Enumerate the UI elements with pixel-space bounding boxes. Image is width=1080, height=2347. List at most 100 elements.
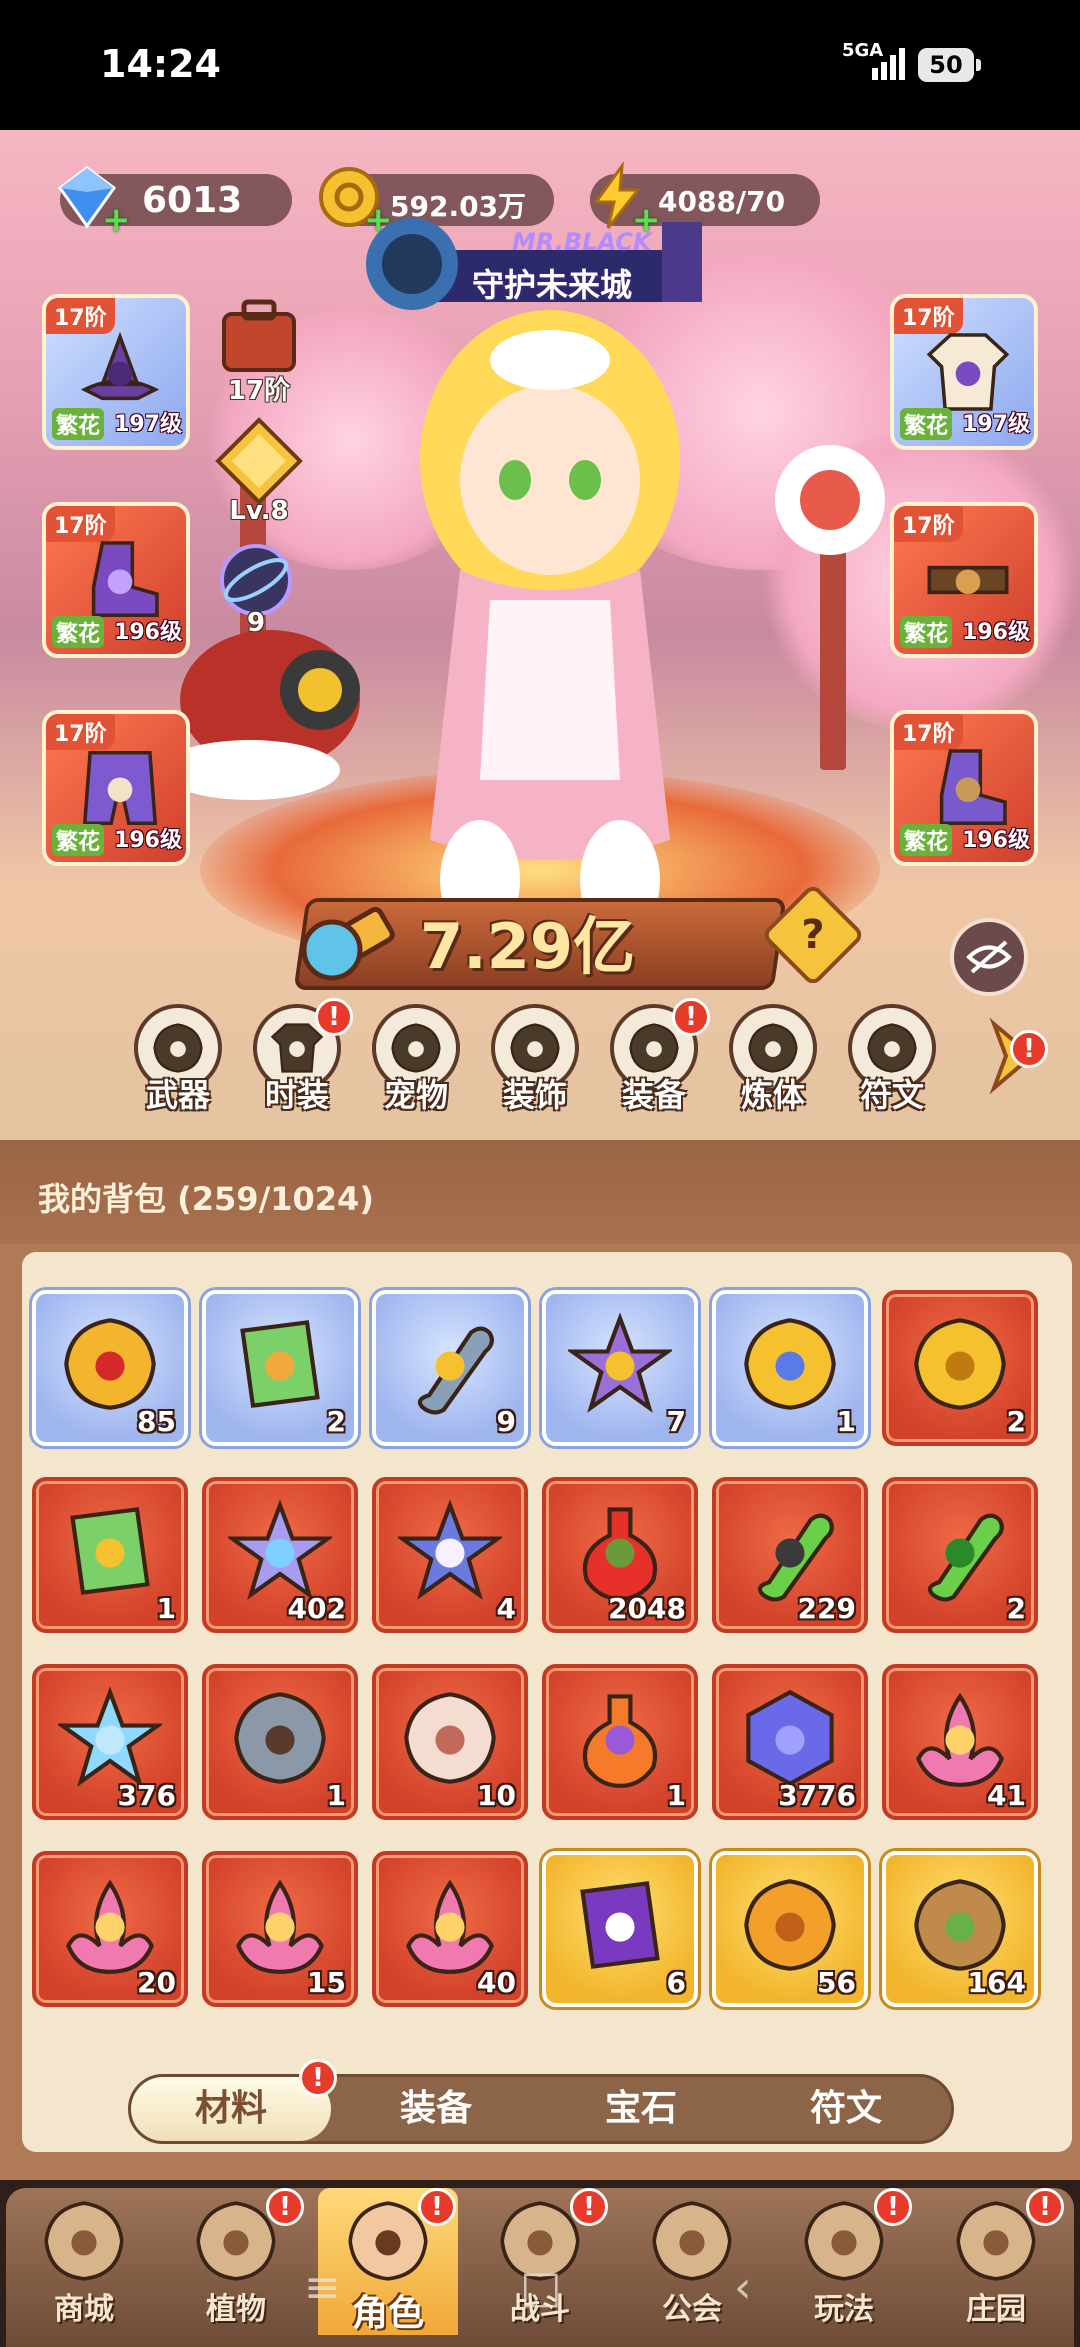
belt-icon (927, 565, 1009, 595)
system-menu-icon[interactable]: ≡ (304, 2262, 341, 2313)
guild-icon (652, 2201, 732, 2281)
item-count: 41 (987, 1779, 1026, 1812)
category-alert-badge: ! (315, 998, 353, 1036)
inventory-slot[interactable]: 9 (372, 1290, 528, 1446)
inventory-slot[interactable]: 4 (372, 1477, 528, 1633)
inventory-slot[interactable]: 2 (882, 1290, 1038, 1446)
category-mask[interactable]: 装饰 (485, 1004, 585, 1124)
clock-card-icon (70, 1507, 150, 1595)
equipment-level-label: 196级 (962, 620, 1030, 645)
add-gems-icon[interactable]: + (102, 200, 131, 240)
item-count: 15 (307, 1966, 346, 1999)
orb-count-label: 9 (246, 608, 266, 638)
event-banner[interactable]: MR.BLACK 守护未来城 (362, 212, 718, 316)
equipment-slot-pants[interactable]: 17阶 繁花 196级 (42, 710, 190, 866)
scarab-gem-icon (64, 1318, 156, 1410)
category-gear[interactable]: 装备! (604, 998, 710, 1124)
equipment-level-label: 196级 (962, 828, 1030, 853)
key-icon (301, 906, 395, 981)
inventory-slot[interactable]: 2048 (542, 1477, 698, 1633)
skull-scroll-icon (580, 1881, 660, 1969)
item-count: 6 (666, 1966, 686, 1999)
nav-item-plant[interactable]: 植物! (166, 2188, 306, 2335)
inventory-slot[interactable]: 3776 (712, 1664, 868, 1820)
item-count: 3776 (778, 1779, 856, 1812)
hide-ui-button[interactable] (950, 918, 1028, 996)
tab-3[interactable]: 符文 (746, 2077, 946, 2141)
category-label: 炼体 (740, 1076, 805, 1114)
clock: 14:24 (100, 42, 221, 86)
inventory-slot[interactable]: 41 (882, 1664, 1038, 1820)
astrolabe-icon (744, 1318, 836, 1410)
equipment-slot-gloves[interactable]: 17阶 繁花 196级 (42, 502, 190, 658)
nav-alert-badge: ! (418, 2188, 456, 2226)
inventory-slot[interactable]: 402 (202, 1477, 358, 1633)
nav-item-manor[interactable]: 庄园! (926, 2188, 1066, 2335)
banner-subtitle: MR.BLACK (512, 228, 652, 256)
inventory-slot[interactable]: 229 (712, 1477, 868, 1633)
green-capsule-icon (927, 1513, 1004, 1602)
category-pet[interactable]: 宠物 (366, 1004, 466, 1124)
inventory-slot[interactable]: 85 (32, 1290, 188, 1446)
inventory-slot[interactable]: 164 (882, 1851, 1038, 2007)
equipment-slot-hat[interactable]: 17阶 繁花 197级 (42, 294, 190, 450)
bag-upgrade-icon[interactable] (218, 296, 300, 376)
inventory-slot[interactable]: 15 (202, 1851, 358, 2007)
inventory-slot[interactable]: 20 (32, 1851, 188, 2007)
category-weapon[interactable]: 武器 (128, 1004, 228, 1124)
system-back-icon[interactable]: ‹ (734, 2262, 752, 2313)
item-count: 40 (477, 1966, 516, 1999)
inventory-slot[interactable]: 376 (32, 1664, 188, 1820)
inventory-slot[interactable]: 56 (712, 1851, 868, 2007)
equipment-level-label: 197级 (114, 412, 182, 437)
tab-2[interactable]: 宝石 (541, 2077, 741, 2141)
item-count: 9 (496, 1405, 516, 1438)
potion-icon (582, 1507, 658, 1601)
inventory-slot[interactable]: 1 (202, 1664, 358, 1820)
category-label: 符文 (859, 1076, 924, 1114)
category-rune[interactable]: 符文 (842, 1004, 942, 1124)
item-count: 2 (1006, 1592, 1026, 1625)
inventory-slot[interactable]: 2 (882, 1477, 1038, 1633)
system-home-icon[interactable]: □ (520, 2262, 562, 2313)
item-count: 10 (477, 1779, 516, 1812)
equipment-slot-robe[interactable]: 17阶 繁花 197级 (890, 294, 1038, 450)
inventory-slot[interactable]: 7 (542, 1290, 698, 1446)
gem-amount: 6013 (142, 180, 243, 221)
shop-icon (44, 2201, 124, 2281)
item-count: 164 (967, 1966, 1026, 1999)
category-label: 宠物 (383, 1076, 448, 1114)
inventory-slot[interactable]: 1 (32, 1477, 188, 1633)
battery-icon: 50 (918, 48, 981, 82)
equipment-name-label: 繁花 (900, 616, 953, 648)
nav-item-gameplay[interactable]: 玩法! (774, 2188, 914, 2335)
boots-icon (939, 749, 1007, 825)
backpack-tabs: 材料! 装备 宝石 符文 (128, 2059, 954, 2144)
item-count: 20 (137, 1966, 176, 1999)
item-count: 402 (287, 1592, 346, 1625)
category-body-training[interactable]: 炼体 (723, 1004, 823, 1124)
item-count: 2048 (608, 1592, 686, 1625)
flame-lotus-icon (236, 1879, 324, 1974)
more-alert-badge: ! (1010, 1030, 1048, 1068)
inventory-slot[interactable]: 2 (202, 1290, 358, 1446)
inventory-slot[interactable]: 10 (372, 1664, 528, 1820)
hat-icon (80, 331, 160, 401)
equipment-slot-belt[interactable]: 17阶 繁花 196级 (890, 502, 1038, 658)
hexagram-gem-icon (58, 1686, 162, 1787)
fire-orb-icon (582, 1694, 658, 1788)
knot-icon (404, 1692, 496, 1784)
level-crystal-icon[interactable] (214, 416, 304, 506)
plant-card-icon (240, 1320, 320, 1408)
inventory-slot[interactable]: 6 (542, 1851, 698, 2007)
tab-1[interactable]: 装备 (336, 2077, 536, 2141)
nav-item-shop[interactable]: 商城 (14, 2188, 154, 2335)
inventory-slot[interactable]: 40 (372, 1851, 528, 2007)
inventory-slot[interactable]: 1 (712, 1290, 868, 1446)
gem-counter[interactable]: + 6013 (57, 166, 292, 240)
equipment-slot-boots[interactable]: 17阶 繁花 196级 (890, 710, 1038, 866)
nav-alert-badge: ! (874, 2188, 912, 2226)
backpack-title: 我的背包 (259/1024) (38, 1180, 374, 1218)
category-outfit[interactable]: 时装! (247, 998, 353, 1124)
inventory-slot[interactable]: 1 (542, 1664, 698, 1820)
